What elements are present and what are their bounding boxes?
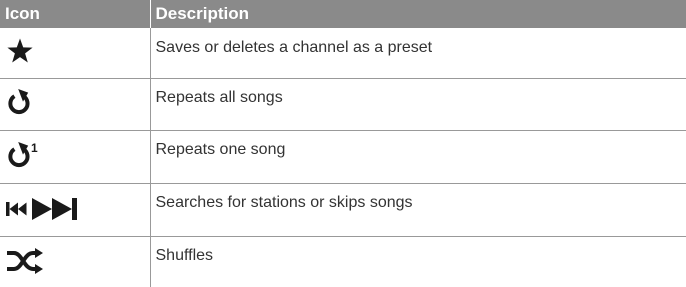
description-cell: Shuffles [150,237,686,287]
description-column-header: Description [150,0,686,28]
repeat-one-label: 1 [31,141,38,155]
shuffle-icon [6,245,44,277]
table-row: Repeats all songs [0,79,686,131]
icon-cell [0,79,150,131]
skip-previous-next-icon [6,193,92,225]
repeat-all-icon [6,86,32,118]
icon-column-header: Icon [0,0,150,28]
icon-cell [0,184,150,237]
table-header-row: Icon Description [0,0,686,28]
icon-cell: 1 [0,131,150,184]
icon-cell [0,237,150,287]
star-icon [6,35,34,67]
icon-description-table: Icon Description Saves or deletes a chan… [0,0,686,287]
table-row: Searches for stations or skips songs [0,184,686,237]
description-cell: Saves or deletes a channel as a preset [150,28,686,79]
description-cell: Repeats all songs [150,79,686,131]
icon-cell [0,28,150,79]
table-row: Shuffles [0,237,686,287]
table-row: Saves or deletes a channel as a preset [0,28,686,79]
table-row: 1 Repeats one song [0,131,686,184]
description-cell: Searches for stations or skips songs [150,184,686,237]
repeat-one-icon: 1 [6,139,46,171]
description-cell: Repeats one song [150,131,686,184]
